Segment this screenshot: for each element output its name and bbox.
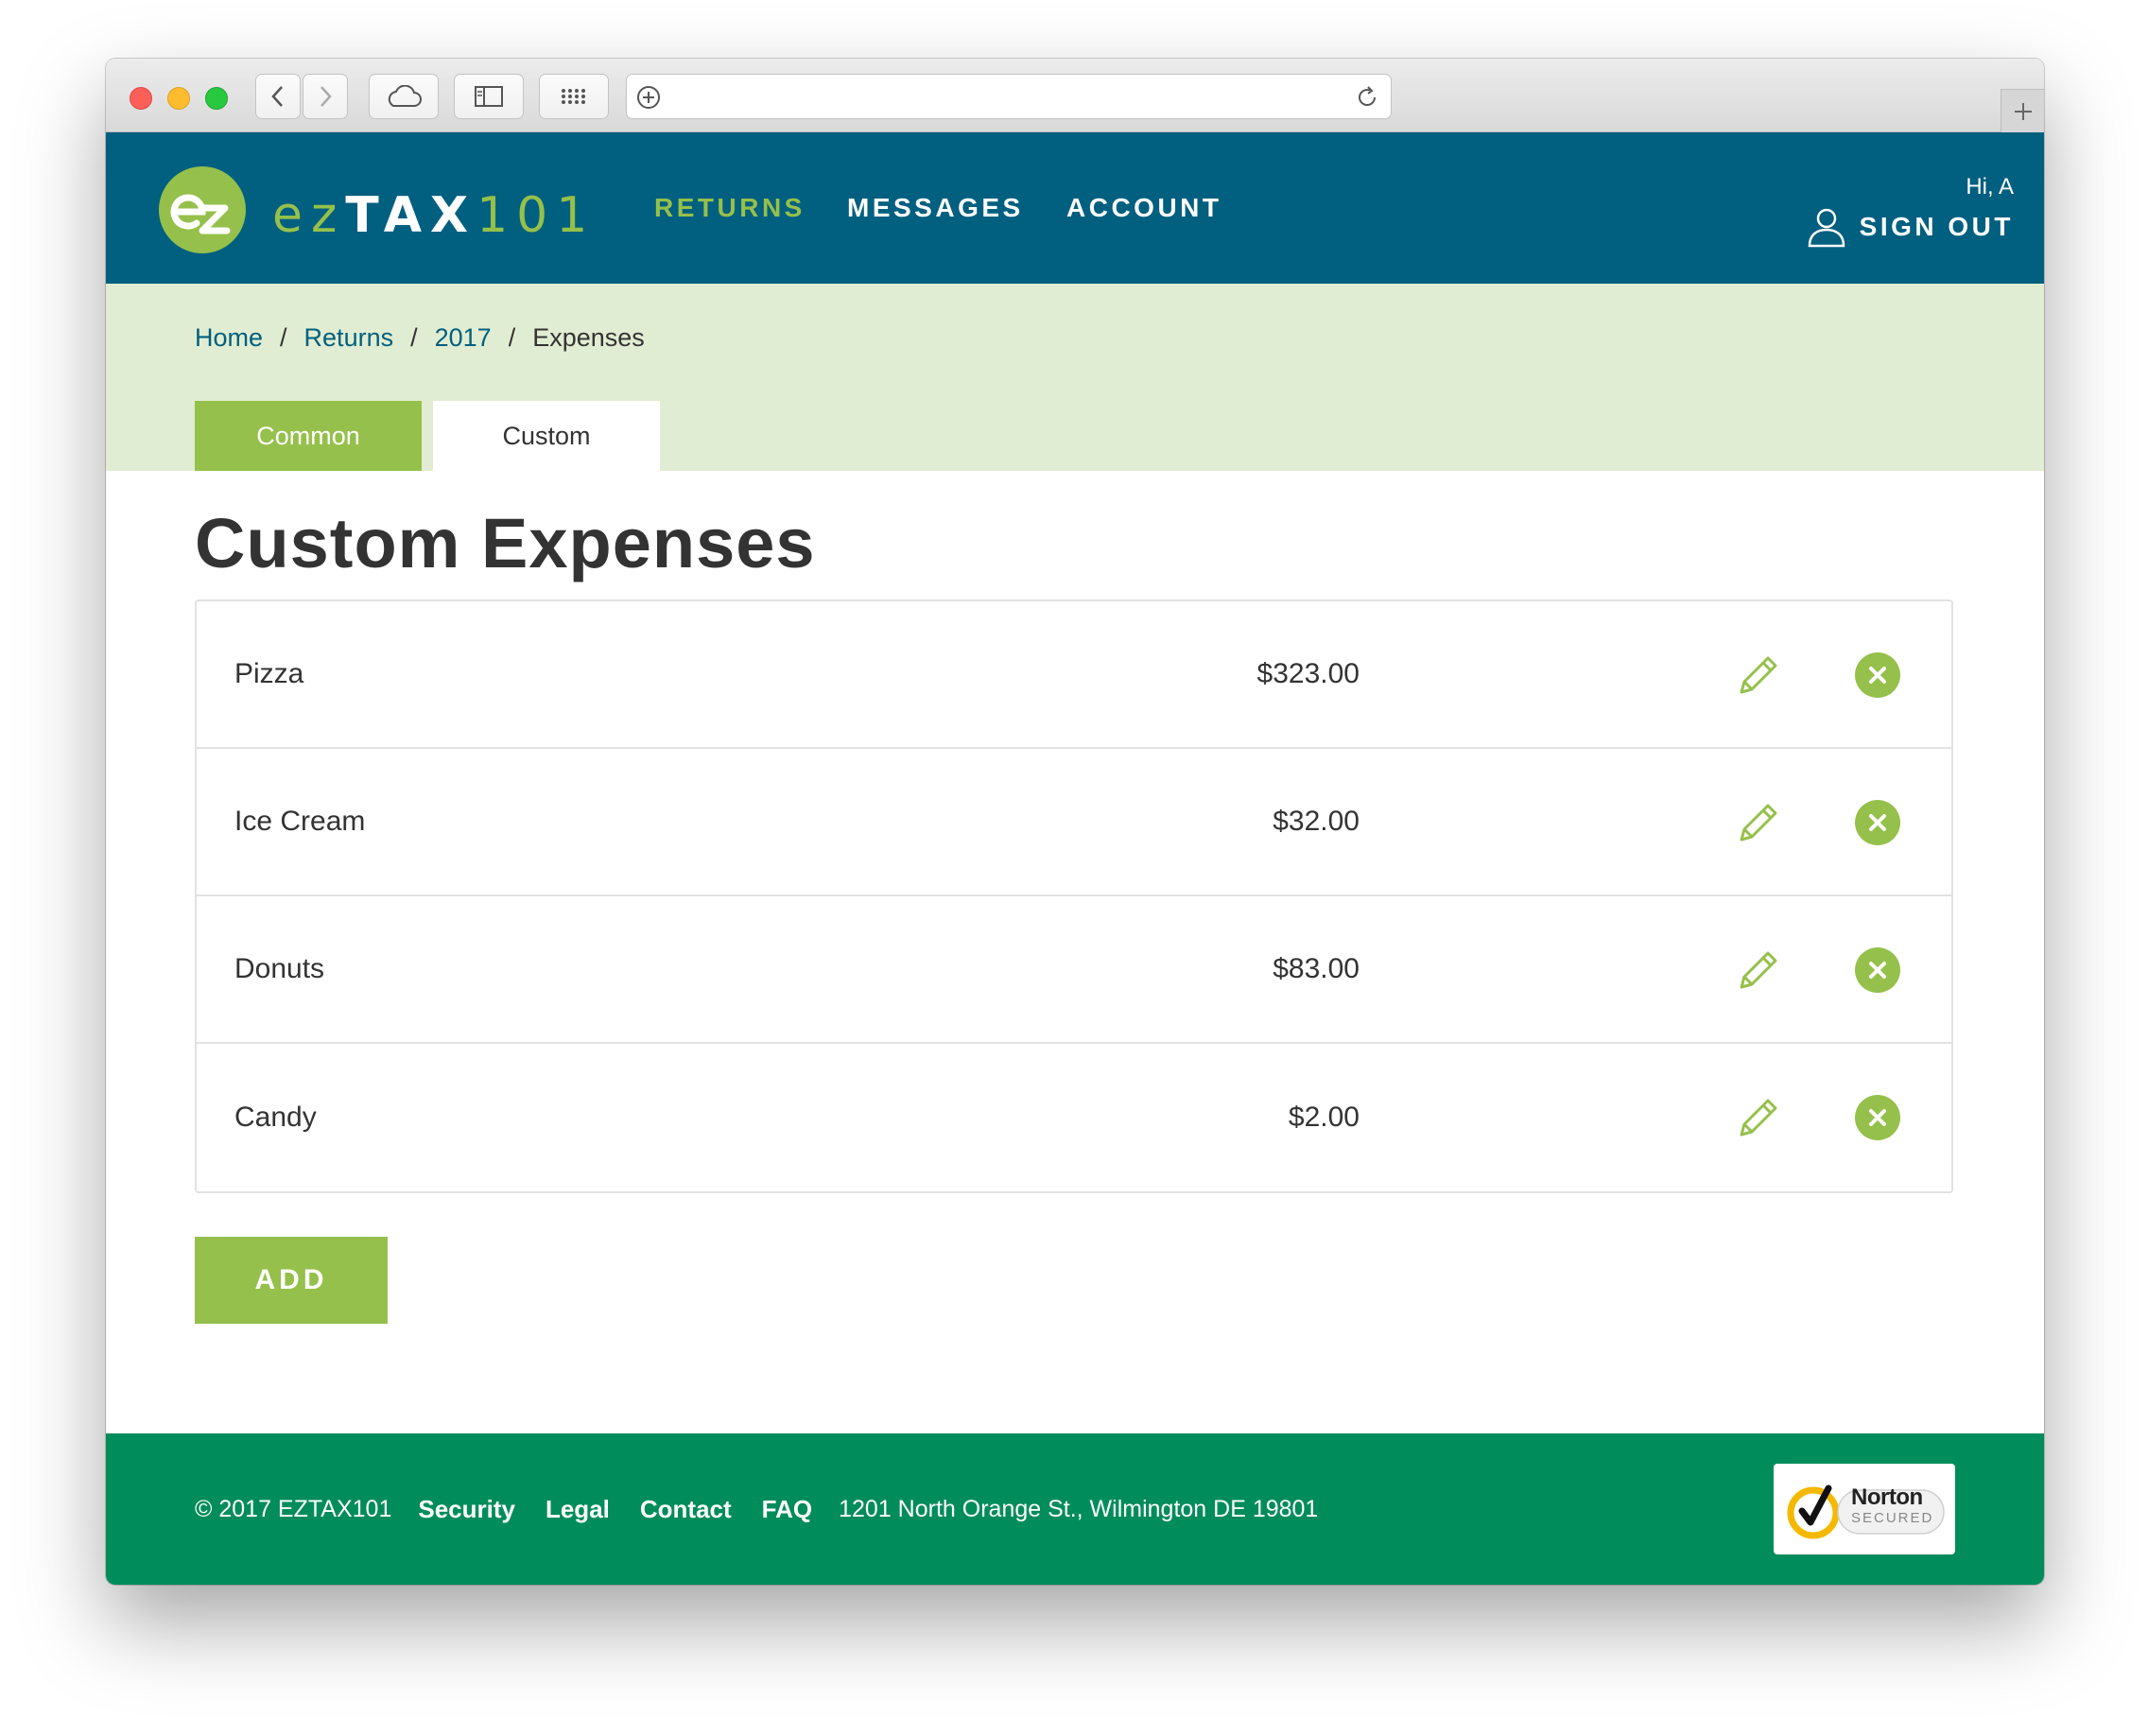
icloud-tabs-button[interactable] bbox=[369, 74, 439, 119]
breadcrumb-separator: / bbox=[508, 323, 516, 352]
brand-ez: ez bbox=[272, 187, 346, 244]
address-bar[interactable] bbox=[626, 74, 1392, 119]
breadcrumb-separator: / bbox=[280, 323, 287, 352]
breadcrumb-separator: / bbox=[410, 323, 418, 352]
zoom-window-button[interactable] bbox=[205, 87, 228, 110]
pencil-icon[interactable] bbox=[1734, 1093, 1783, 1142]
site-footer: © 2017 EZTAX101 Security Legal Contact F… bbox=[106, 1433, 2044, 1585]
user-greeting: Hi, A bbox=[1966, 174, 2014, 200]
close-circle-icon bbox=[1869, 1109, 1886, 1126]
ez-logo-icon[interactable] bbox=[159, 166, 246, 253]
sidebar-toggle-button[interactable] bbox=[454, 74, 524, 119]
sign-out-label: SIGN OUT bbox=[1859, 212, 2014, 241]
brand-tax: TAX bbox=[345, 187, 477, 244]
footer-link-faq[interactable]: FAQ bbox=[762, 1495, 812, 1524]
chevron-left-icon bbox=[271, 86, 283, 107]
delete-expense-button[interactable] bbox=[1855, 1095, 1900, 1140]
expense-amount: $83.00 bbox=[1273, 953, 1360, 984]
delete-expense-button[interactable] bbox=[1855, 800, 1900, 845]
norton-title: Norton bbox=[1851, 1484, 1923, 1510]
expense-row: Donuts $83.00 bbox=[197, 896, 1951, 1044]
forward-button[interactable] bbox=[303, 74, 348, 119]
plus-icon bbox=[2014, 102, 2032, 120]
footer-copyright: © 2017 EZTAX101 bbox=[195, 1495, 392, 1522]
add-expense-button[interactable]: ADD bbox=[195, 1237, 388, 1324]
expense-list: Pizza $323.00 Ice Cream $32.00 Donuts $83.00 C… bbox=[195, 599, 1953, 1193]
delete-expense-button[interactable] bbox=[1855, 947, 1900, 993]
cloud-icon bbox=[388, 85, 422, 107]
user-icon bbox=[1808, 208, 1845, 248]
minimize-window-button[interactable] bbox=[167, 87, 190, 110]
brand-number: 101 bbox=[476, 187, 597, 244]
page-title: Custom Expenses bbox=[195, 504, 816, 582]
close-circle-icon bbox=[1869, 814, 1886, 831]
browser-toolbar bbox=[106, 59, 2044, 132]
sign-out-button[interactable]: SIGN OUT bbox=[1807, 208, 2014, 248]
norton-secured-badge[interactable]: Norton SECURED bbox=[1774, 1464, 1955, 1554]
pencil-icon[interactable] bbox=[1734, 651, 1783, 700]
footer-link-contact[interactable]: Contact bbox=[640, 1495, 732, 1524]
expense-amount: $323.00 bbox=[1256, 658, 1360, 689]
browser-window: ezTAX101 RETURNS MESSAGES ACCOUNT Hi, A … bbox=[106, 59, 2044, 1585]
footer-link-security[interactable]: Security bbox=[418, 1495, 515, 1524]
expense-row: Ice Cream $32.00 bbox=[197, 749, 1951, 896]
reload-icon[interactable] bbox=[1355, 85, 1379, 110]
new-tab-button[interactable] bbox=[2001, 89, 2044, 132]
pencil-icon[interactable] bbox=[1734, 946, 1783, 995]
top-sites-button[interactable] bbox=[539, 74, 609, 119]
add-bookmark-icon[interactable] bbox=[636, 85, 661, 110]
breadcrumb-home[interactable]: Home bbox=[195, 323, 263, 353]
grid-icon bbox=[562, 89, 585, 104]
expense-name: Donuts bbox=[234, 953, 325, 984]
breadcrumb-returns[interactable]: Returns bbox=[304, 323, 394, 353]
close-window-button[interactable] bbox=[130, 87, 152, 110]
nav-messages[interactable]: MESSAGES bbox=[847, 132, 1024, 284]
back-button[interactable] bbox=[255, 74, 301, 119]
brand-wordmark[interactable]: ezTAX101 bbox=[272, 187, 596, 244]
pencil-icon[interactable] bbox=[1734, 798, 1783, 847]
chevron-right-icon bbox=[320, 86, 332, 107]
norton-text: Norton SECURED bbox=[1851, 1484, 1934, 1526]
expense-name: Ice Cream bbox=[234, 806, 366, 837]
footer-content: © 2017 EZTAX101 Security Legal Contact F… bbox=[195, 1433, 1318, 1585]
nav-returns[interactable]: RETURNS bbox=[654, 132, 806, 284]
expense-name: Pizza bbox=[234, 658, 304, 689]
breadcrumb-current: Expenses bbox=[532, 323, 645, 352]
norton-subtitle: SECURED bbox=[1851, 1510, 1934, 1526]
close-circle-icon bbox=[1869, 962, 1886, 979]
expense-row: Candy $2.00 bbox=[197, 1044, 1951, 1191]
breadcrumb: Home / Returns / 2017 / Expenses bbox=[195, 323, 645, 353]
sidebar-icon bbox=[475, 86, 503, 107]
tab-common[interactable]: Common bbox=[195, 401, 422, 471]
site-header: ezTAX101 RETURNS MESSAGES ACCOUNT Hi, A … bbox=[106, 132, 2044, 284]
subheader-band: Home / Returns / 2017 / Expenses Common … bbox=[106, 284, 2044, 471]
breadcrumb-year[interactable]: 2017 bbox=[435, 323, 492, 353]
expense-name: Candy bbox=[234, 1102, 317, 1133]
expense-row: Pizza $323.00 bbox=[197, 601, 1951, 749]
nav-account[interactable]: ACCOUNT bbox=[1066, 132, 1222, 284]
expense-amount: $32.00 bbox=[1273, 806, 1360, 837]
close-circle-icon bbox=[1869, 667, 1886, 684]
expense-amount: $2.00 bbox=[1288, 1102, 1360, 1133]
footer-address: 1201 North Orange St., Wilmington DE 198… bbox=[839, 1495, 1319, 1522]
tab-custom[interactable]: Custom bbox=[433, 401, 660, 471]
footer-link-legal[interactable]: Legal bbox=[546, 1495, 610, 1524]
delete-expense-button[interactable] bbox=[1855, 652, 1900, 698]
